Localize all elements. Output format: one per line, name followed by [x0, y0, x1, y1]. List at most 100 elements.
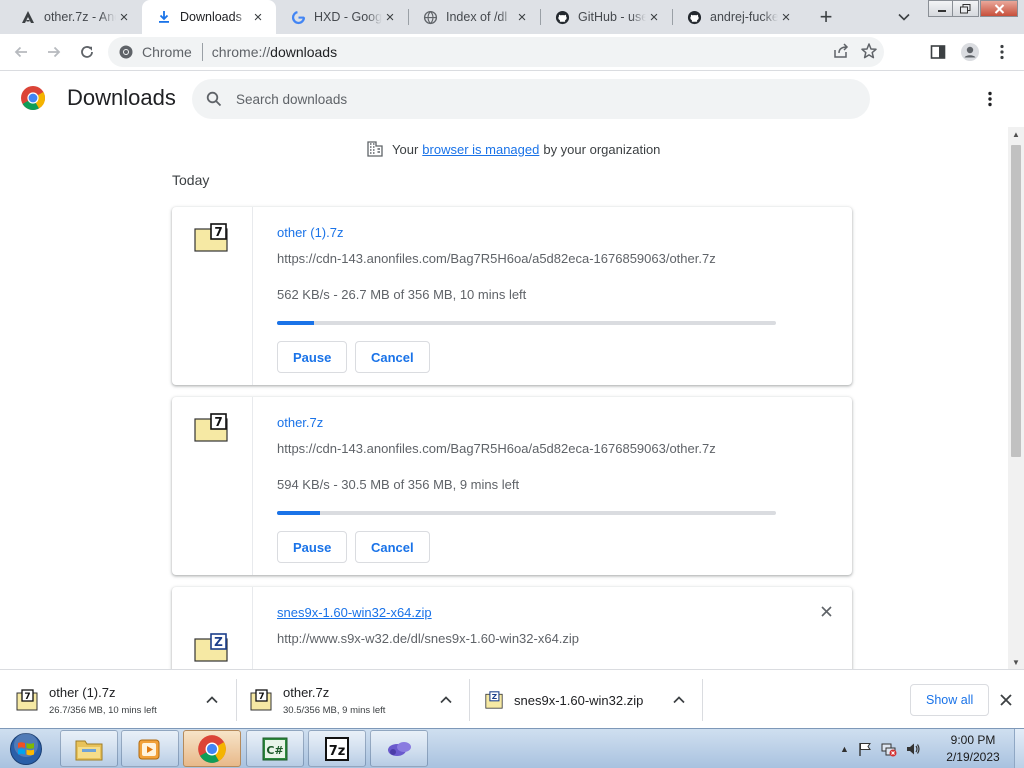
taskbar-app[interactable] [370, 730, 428, 767]
search-downloads-bar[interactable] [192, 79, 870, 119]
taskbar-csharp-ide[interactable]: C# [246, 730, 304, 767]
chrome-icon [119, 45, 133, 59]
taskbar-7zip[interactable]: 7z [308, 730, 366, 767]
show-desktop-button[interactable] [1014, 729, 1024, 768]
file-icon-column: Z [172, 587, 253, 669]
tab-anonfiles[interactable]: other.7z - AnonFiles × [6, 0, 142, 34]
volume-icon[interactable] [905, 741, 921, 757]
scroll-up-arrow-icon[interactable]: ▲ [1008, 127, 1024, 141]
tab-github-andrej[interactable]: andrej-fucker × [672, 0, 804, 34]
network-disconnected-icon[interactable] [881, 741, 897, 757]
zip-archive-icon: Z [485, 691, 503, 709]
chrome-icon [198, 734, 226, 763]
download-status: 594 KB/s - 30.5 MB of 356 MB, 9 mins lef… [277, 477, 520, 492]
tab-index-of-dl[interactable]: Index of /dl × [408, 0, 540, 34]
forward-button[interactable] [42, 40, 66, 64]
search-downloads-input[interactable] [236, 91, 796, 107]
tab-title: Index of /dl [446, 10, 508, 24]
svg-text:Z: Z [492, 692, 497, 701]
close-icon [820, 605, 832, 617]
remove-from-list-button[interactable] [818, 603, 834, 619]
close-shelf-button[interactable] [996, 690, 1016, 710]
cancel-button[interactable]: Cancel [355, 341, 430, 373]
shelf-divider [702, 679, 703, 721]
show-hidden-icons-icon[interactable]: ▲ [840, 744, 849, 754]
download-icon [156, 9, 172, 25]
close-icon[interactable]: × [514, 9, 530, 26]
minimize-button[interactable] [928, 0, 955, 17]
taskbar-explorer[interactable] [60, 730, 118, 767]
start-button[interactable] [4, 730, 48, 768]
managed-prefix: Your [392, 141, 419, 157]
close-icon [1000, 694, 1012, 706]
download-filename[interactable]: snes9x-1.60-win32-x64.zip [277, 605, 432, 620]
shelf-item[interactable]: Z snes9x-1.60-win32.zip [469, 678, 702, 722]
tab-search-button[interactable] [894, 8, 914, 26]
close-icon[interactable]: × [250, 9, 266, 26]
action-center-flag-icon[interactable] [857, 741, 873, 757]
shelf-item-text: other.7z 30.5/356 MB, 9 mins left [283, 685, 385, 716]
scrollbar-thumb[interactable] [1011, 145, 1021, 457]
downloads-page: Downloads Your browser is managed by you… [0, 71, 1024, 669]
chrome-menu-button[interactable] [990, 40, 1014, 64]
7z-archive-icon: 7 [194, 223, 228, 252]
download-source-url[interactable]: https://cdn-143.anonfiles.com/Bag7R5H6oa… [277, 441, 716, 456]
download-progress-bar [277, 321, 776, 325]
github-icon [686, 9, 702, 25]
taskbar-clock[interactable]: 9:00 PM 2/19/2023 [936, 732, 1010, 766]
search-icon [204, 89, 224, 109]
progress-fill [277, 321, 315, 325]
show-all-button[interactable]: Show all [910, 684, 990, 716]
building-icon [367, 141, 383, 157]
address-bar[interactable]: Chrome chrome://downloads [108, 37, 884, 67]
managed-notice: Your browser is managed by your organiza… [366, 140, 660, 158]
tab-hxd-search[interactable]: HXD - Google Search × [276, 0, 408, 34]
shelf-item-name: other (1).7z [49, 684, 116, 700]
shelf-item[interactable]: 7 other (1).7z 26.7/356 MB, 10 mins left [0, 678, 236, 722]
close-icon[interactable]: × [382, 9, 398, 26]
omnibox-actions [832, 42, 878, 63]
new-tab-button[interactable]: + [814, 4, 838, 29]
share-icon[interactable] [832, 42, 850, 63]
profile-button[interactable] [958, 40, 982, 64]
close-icon[interactable]: × [116, 9, 132, 26]
tab-title: GitHub - user [578, 10, 646, 24]
download-card: 7 other.7z https://cdn-143.anonfiles.com… [172, 397, 852, 575]
shelf-item-name: snes9x-1.60-win32.zip [514, 692, 644, 708]
restore-button[interactable] [952, 0, 979, 17]
url-text[interactable]: chrome://downloads [212, 44, 337, 60]
cancel-button[interactable]: Cancel [355, 531, 430, 563]
chevron-up-icon[interactable] [671, 692, 687, 708]
taskbar-media-player[interactable] [121, 730, 179, 767]
browser-managed-link[interactable]: browser is managed [422, 142, 539, 157]
scroll-down-arrow-icon[interactable]: ▼ [1008, 655, 1024, 669]
page-scrollbar[interactable]: ▲ ▼ [1008, 127, 1024, 669]
site-info-chip[interactable]: Chrome [108, 44, 192, 60]
download-filename[interactable]: other.7z [277, 415, 323, 430]
chevron-up-icon[interactable] [204, 692, 220, 708]
shelf-item[interactable]: 7 other.7z 30.5/356 MB, 9 mins left [236, 678, 469, 722]
tab-downloads[interactable]: Downloads × [142, 0, 276, 34]
reload-button[interactable] [75, 40, 99, 64]
pause-button[interactable]: Pause [277, 341, 348, 373]
taskbar-chrome[interactable] [183, 730, 241, 767]
tab-github-user[interactable]: GitHub - user × [540, 0, 672, 34]
pause-button[interactable]: Pause [277, 531, 348, 563]
side-panel-button[interactable] [926, 40, 950, 64]
download-source-url[interactable]: https://cdn-143.anonfiles.com/Bag7R5H6oa… [277, 251, 716, 266]
shelf-item-text: other (1).7z 26.7/356 MB, 10 mins left [49, 685, 157, 716]
windows-explorer-icon [75, 740, 103, 760]
shelf-item-status: 26.7/356 MB, 10 mins left [49, 704, 157, 716]
download-source-url[interactable]: http://www.s9x-w32.de/dl/snes9x-1.60-win… [277, 631, 579, 646]
close-icon[interactable]: × [646, 9, 662, 26]
chevron-up-icon[interactable] [438, 692, 454, 708]
page-more-actions-button[interactable] [980, 89, 1000, 109]
window-close-button[interactable] [980, 0, 1018, 17]
bookmark-star-icon[interactable] [860, 42, 878, 63]
7z-archive-icon: 7 [194, 413, 228, 442]
zip-archive-icon: Z [194, 633, 228, 662]
back-button[interactable] [9, 40, 33, 64]
close-icon[interactable]: × [778, 9, 794, 26]
forward-arrow-icon [48, 46, 61, 58]
download-filename[interactable]: other (1).7z [277, 225, 343, 240]
